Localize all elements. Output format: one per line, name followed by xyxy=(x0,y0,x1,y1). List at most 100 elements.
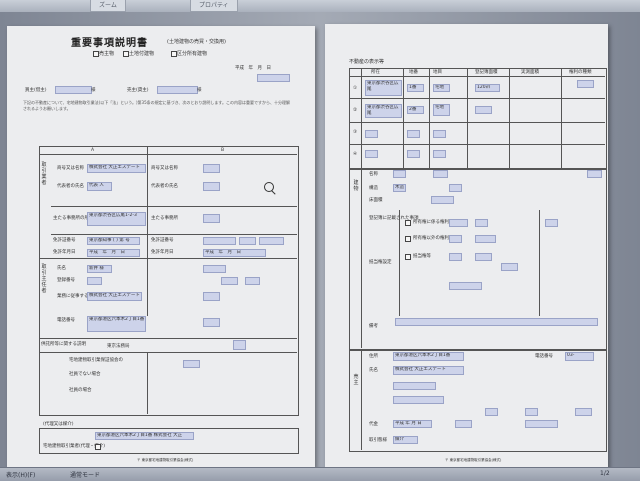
rights-checkbox-3[interactable] xyxy=(405,254,411,260)
payment-field[interactable]: 平成 年 月 日 xyxy=(393,420,432,428)
agent-reg-field-c[interactable] xyxy=(245,277,260,285)
agent-office-field[interactable]: 東京都港区六本木2丁目1番 xyxy=(87,316,146,332)
seller-extra-field-4[interactable] xyxy=(525,408,538,416)
rights-field-3c[interactable] xyxy=(501,263,518,271)
seller-label: 売主(貸主) xyxy=(127,88,149,93)
structure-label: 構造 xyxy=(369,186,378,191)
row-2-place[interactable]: 東京都渋谷区広尾 xyxy=(365,104,402,118)
rights-field-1c[interactable] xyxy=(545,219,558,227)
license-date-field-b[interactable]: 平成 年 月 日 xyxy=(203,249,266,257)
row-3-use[interactable] xyxy=(433,130,446,138)
guarantee-field[interactable] xyxy=(183,360,200,368)
document-viewer[interactable]: 重要事項説明書 (土地建物の売買・交換用) 売主物 土地付建物 区分所有建物 平… xyxy=(0,12,640,470)
agent-office-field-b[interactable] xyxy=(203,318,220,327)
section-label-vertical: 取引業者 xyxy=(41,162,47,186)
date-field: 平成 年 月 日 xyxy=(235,66,271,71)
row-4-place[interactable] xyxy=(365,150,378,158)
checkbox-condo[interactable] xyxy=(171,51,177,57)
license-date-field[interactable]: 平成 年 月 日 xyxy=(87,249,140,257)
seller-extra-field[interactable] xyxy=(393,382,436,390)
payment-field-c[interactable] xyxy=(525,420,558,428)
row-line-1 xyxy=(51,206,297,207)
rights-checkbox-1[interactable] xyxy=(405,220,411,226)
document-page-1: 重要事項説明書 (土地建物の売買・交換用) 売主物 土地付建物 区分所有建物 平… xyxy=(7,26,315,468)
floor-label: 床面積 xyxy=(369,198,383,203)
subtitle-option-3: 区分所有建物 xyxy=(177,51,208,57)
row-1-area[interactable]: 120㎡ xyxy=(475,84,500,92)
license-field-d[interactable] xyxy=(259,237,284,245)
floor-field[interactable] xyxy=(431,196,454,204)
subtitle-option-1: 売主物 xyxy=(99,51,115,57)
rights-field-1b[interactable] xyxy=(475,219,488,227)
seller-name-field[interactable]: 株式会社 大正エステート xyxy=(393,366,464,375)
building-name-field-b[interactable] xyxy=(433,170,448,178)
structure-field-b[interactable] xyxy=(449,184,462,192)
row-4-use[interactable] xyxy=(433,150,446,158)
status-left[interactable]: 表示(H)(F) xyxy=(6,470,35,479)
payment-field-b[interactable] xyxy=(455,420,472,428)
checkbox-building[interactable] xyxy=(123,51,129,57)
seller-addr-field[interactable]: 東京都港区六本木2丁目1番 xyxy=(393,352,464,361)
license-field-c[interactable] xyxy=(239,237,256,245)
row-3-place[interactable] xyxy=(365,130,378,138)
rep-label-b: 代表者の氏名 xyxy=(151,184,178,189)
seller-extra-field-2[interactable] xyxy=(393,396,444,404)
company-field[interactable]: 株式会社 大正エステート xyxy=(87,164,146,173)
notes-field[interactable] xyxy=(395,318,598,326)
building-name-field[interactable] xyxy=(393,170,406,178)
company-field-b[interactable] xyxy=(203,164,220,173)
license-field[interactable]: 東京都知事 ( ) 第 号 xyxy=(87,237,140,245)
deposit-field-b[interactable] xyxy=(233,340,246,350)
office-label-b: 主たる事務所 xyxy=(151,216,178,221)
row-1-lot[interactable]: 1番 xyxy=(407,84,424,92)
agent-name-field-b[interactable] xyxy=(203,265,226,273)
row-1-place[interactable]: 東京都渋谷区広尾 xyxy=(365,80,402,96)
row-1-rights[interactable] xyxy=(577,80,594,88)
rights-field-2b[interactable] xyxy=(475,235,496,243)
row-sep-2 xyxy=(349,122,605,123)
agent-reg-field-b[interactable] xyxy=(221,277,238,285)
tab-zoom[interactable]: ズーム xyxy=(90,0,126,12)
seller-extra-field-3[interactable] xyxy=(485,408,498,416)
agent-company-field[interactable]: 株式会社 大正エステート xyxy=(87,292,142,301)
seller-extra-field-5[interactable] xyxy=(575,408,592,416)
office-field-b[interactable] xyxy=(203,214,220,223)
building-name-field-c[interactable] xyxy=(587,170,602,178)
rep-field[interactable]: 代表 人 xyxy=(87,182,112,191)
checkbox-agent[interactable] xyxy=(95,444,101,450)
row-3-lot[interactable] xyxy=(407,130,420,138)
status-mode[interactable]: 通常モード xyxy=(70,470,100,479)
seller-table xyxy=(349,350,607,452)
rep-field-b[interactable] xyxy=(203,182,220,191)
agent-company-field-b[interactable] xyxy=(203,292,220,301)
rights-field-3[interactable] xyxy=(449,253,462,261)
date-value-box[interactable] xyxy=(257,74,290,82)
phone-field[interactable]: 03- xyxy=(565,352,594,361)
license-field-b[interactable] xyxy=(203,237,236,245)
footer-field[interactable]: 東京都港区六本木2丁目1番 株式会社 大正 xyxy=(95,432,194,440)
row-2-lot[interactable]: 2番 xyxy=(407,106,424,114)
agent-reg-field[interactable] xyxy=(87,277,102,285)
seller-field[interactable] xyxy=(157,86,198,94)
company-label: 商号又は名称 xyxy=(57,166,84,171)
row-line-2 xyxy=(51,234,297,235)
rights-field-4[interactable] xyxy=(449,282,482,290)
rights-field-1[interactable] xyxy=(449,219,468,227)
office-field[interactable]: 東京都渋谷区広尾1-2-3 xyxy=(87,212,146,226)
structure-field[interactable]: 木造 xyxy=(393,184,406,192)
row-2-area[interactable] xyxy=(475,106,492,114)
transaction-field[interactable]: 媒介 xyxy=(393,436,418,444)
tab-properties[interactable]: プロパティ xyxy=(190,0,238,12)
row-sep-3 xyxy=(349,144,605,145)
agent-name-field[interactable]: 新井 様 xyxy=(87,265,112,273)
checkbox-land[interactable] xyxy=(93,51,99,57)
row-2-use[interactable]: 宅地 xyxy=(433,104,450,116)
rights-field-2[interactable] xyxy=(449,235,462,243)
rights-checkbox-2[interactable] xyxy=(405,236,411,242)
guarantee-row-2: 社員でない場合 xyxy=(69,372,101,377)
row-1-use[interactable]: 宅地 xyxy=(433,84,450,92)
row-4-lot[interactable] xyxy=(407,150,420,158)
rights-field-3b[interactable] xyxy=(475,253,492,261)
license-date-label-b: 免許年月日 xyxy=(151,250,174,255)
recipient-field[interactable] xyxy=(55,86,92,94)
